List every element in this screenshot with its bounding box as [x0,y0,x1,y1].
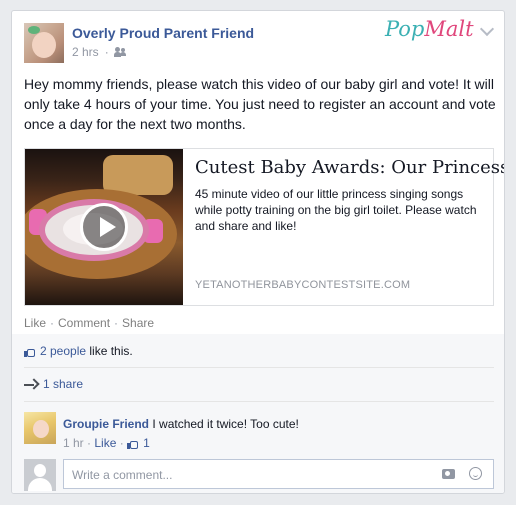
link-domain: YETANOTHERBABYCONTESTSITE.COM [195,279,411,291]
meta-separator: · [104,45,109,59]
share-arrow-icon [24,378,40,391]
author-avatar[interactable] [24,23,64,63]
camera-icon[interactable] [442,469,455,479]
comment-meta: 1 hr · Like · 1 [63,436,493,450]
feedback-section: 2 people like this. 1 share Groupie Frie… [12,334,504,493]
author-name[interactable]: Overly Proud Parent Friend [72,25,254,41]
current-user-avatar [24,459,56,491]
comment-composer [63,459,494,489]
comment-like-count[interactable]: 1 [143,436,150,450]
play-icon[interactable] [80,203,128,251]
action-separator: · [50,316,55,330]
comment: Groupie Friend I watched it twice! Too c… [63,417,493,431]
post-card: Overly Proud Parent Friend 2 hrs · PopMa… [11,10,505,494]
divider [24,367,494,368]
comment-like-button[interactable]: Like [94,436,116,450]
shares-link[interactable]: 1 share [43,377,83,391]
like-button[interactable]: Like [24,316,46,330]
link-description: 45 minute video of our little princess s… [195,187,477,233]
comment-button[interactable]: Comment [58,316,110,330]
post-time[interactable]: 2 hrs [72,45,99,59]
shares-row: 1 share [24,377,494,391]
post-meta: 2 hrs · [72,45,127,59]
link-preview[interactable]: Cutest Baby Awards: Our Princess 45 minu… [24,148,504,306]
chevron-down-icon[interactable] [479,21,495,37]
share-button[interactable]: Share [122,316,154,330]
emoji-icon[interactable] [469,467,482,480]
likes-suffix: like this. [86,344,133,358]
comment-time[interactable]: 1 hr [63,436,84,450]
comment-meta-separator: · [119,436,124,450]
comment-meta-separator: · [87,436,92,450]
thumbs-up-icon [24,346,36,358]
action-separator: · [114,316,119,330]
likes-link[interactable]: 2 people [40,344,86,358]
likes-row: 2 people like this. [24,344,494,358]
comment-text: I watched it twice! Too cute! [152,417,299,431]
video-thumbnail[interactable] [25,149,183,305]
divider [24,401,494,402]
thumbs-up-icon [127,438,139,450]
commenter-name[interactable]: Groupie Friend [63,417,149,431]
post-actions: Like · Comment · Share [24,316,154,330]
commenter-avatar[interactable] [24,412,56,444]
link-title[interactable]: Cutest Baby Awards: Our Princess [195,157,504,178]
comment-input[interactable] [70,461,434,489]
friends-icon[interactable] [113,47,127,57]
brand-logo: PopMalt [385,17,474,41]
post-text: Hey mommy friends, please watch this vid… [24,76,496,132]
